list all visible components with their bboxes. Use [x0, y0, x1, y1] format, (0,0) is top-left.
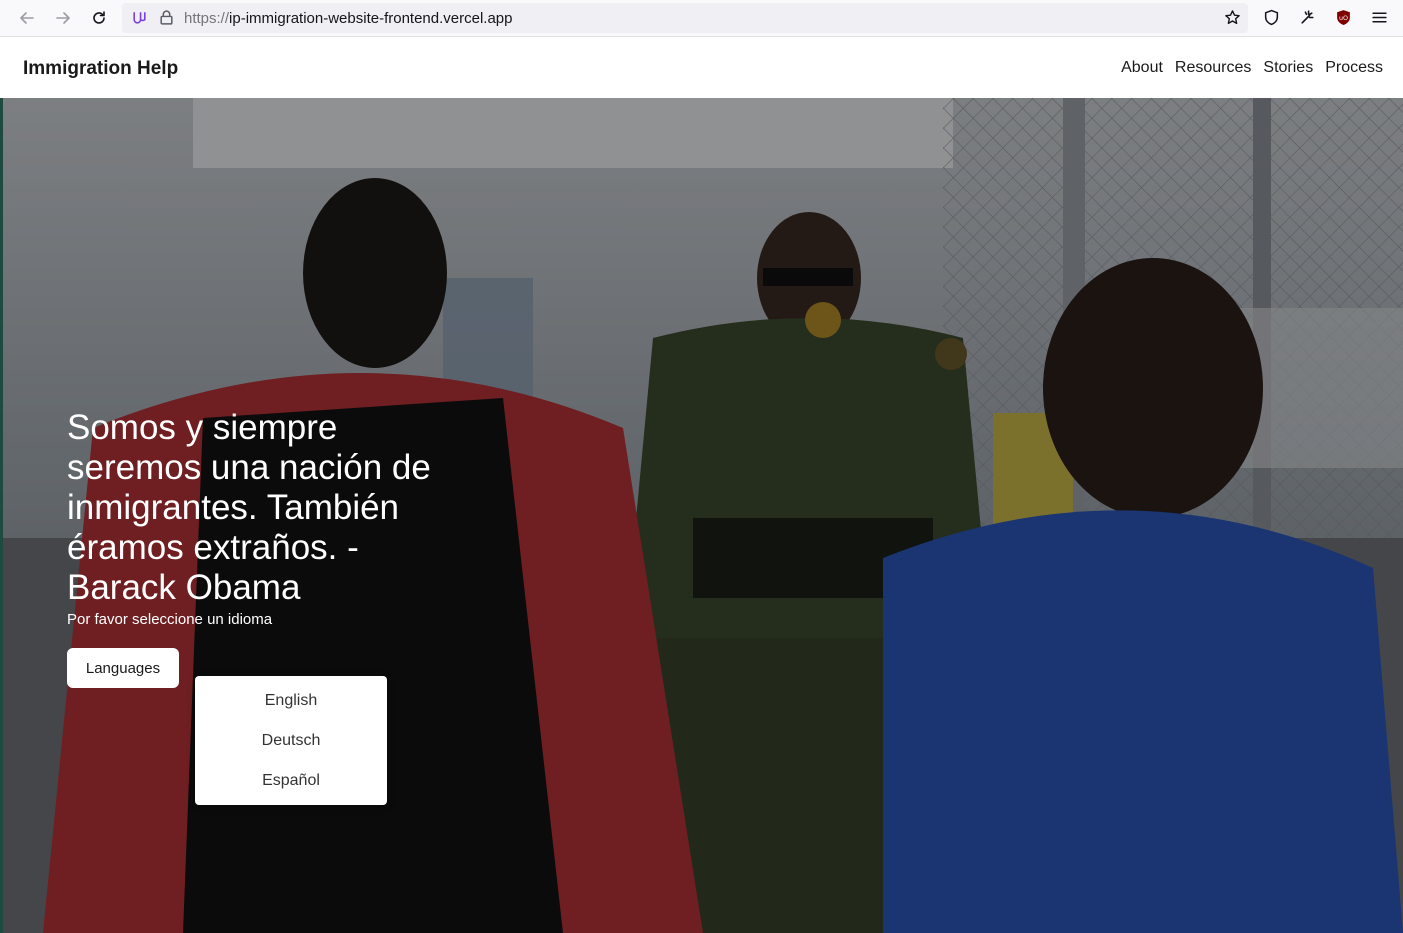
sparkle-icon: [1300, 9, 1314, 24]
app-menu-button[interactable]: [1368, 6, 1390, 28]
browser-toolbar: https://ip-immigration-website-frontend.…: [0, 0, 1403, 37]
lock-icon[interactable]: [155, 6, 177, 28]
arrow-left-icon: [20, 12, 34, 24]
site-permissions-icon[interactable]: [128, 6, 150, 28]
site-brand[interactable]: Immigration Help: [23, 58, 178, 80]
hero-subtext: Por favor seleccione un idioma: [67, 611, 273, 628]
svg-text:uO: uO: [1338, 14, 1347, 22]
ublock-icon: uO: [1336, 9, 1350, 25]
arrow-right-icon: [56, 12, 70, 24]
nav-link-stories[interactable]: Stories: [1263, 59, 1313, 77]
site-nav: About Resources Stories Process: [1121, 59, 1383, 77]
languages-button[interactable]: Languages: [67, 648, 179, 688]
hamburger-menu-icon: [1371, 11, 1387, 23]
language-option-deutsch[interactable]: Deutsch: [195, 721, 387, 761]
bookmark-button[interactable]: [1221, 6, 1243, 28]
star-icon: [1224, 9, 1240, 24]
reload-icon: [93, 11, 105, 24]
url-scheme: https://: [184, 10, 230, 27]
url-text[interactable]: https://ip-immigration-website-frontend.…: [184, 10, 513, 27]
nav-link-process[interactable]: Process: [1325, 59, 1383, 77]
nav-link-resources[interactable]: Resources: [1175, 59, 1251, 77]
hero-quote: Somos y siempre seremos una nación de in…: [67, 408, 431, 607]
shield-icon: [1264, 9, 1278, 25]
languages-dropdown: English Deutsch Español: [195, 676, 387, 805]
forward-button[interactable]: [50, 5, 76, 31]
language-option-espanol[interactable]: Español: [195, 761, 387, 801]
language-option-english[interactable]: English: [195, 681, 387, 721]
ublock-button[interactable]: uO: [1332, 6, 1354, 28]
tracking-protection-button[interactable]: [1260, 6, 1282, 28]
site-header: Immigration Help About Resources Stories…: [3, 38, 1403, 98]
nav-link-about[interactable]: About: [1121, 59, 1163, 77]
hero-section: Somos y siempre seremos una nación de in…: [3, 98, 1403, 933]
back-button[interactable]: [14, 5, 40, 31]
reload-button[interactable]: [86, 5, 112, 31]
extensions-button[interactable]: [1296, 6, 1318, 28]
url-host: ip-immigration-website-frontend.vercel.a…: [229, 10, 513, 27]
